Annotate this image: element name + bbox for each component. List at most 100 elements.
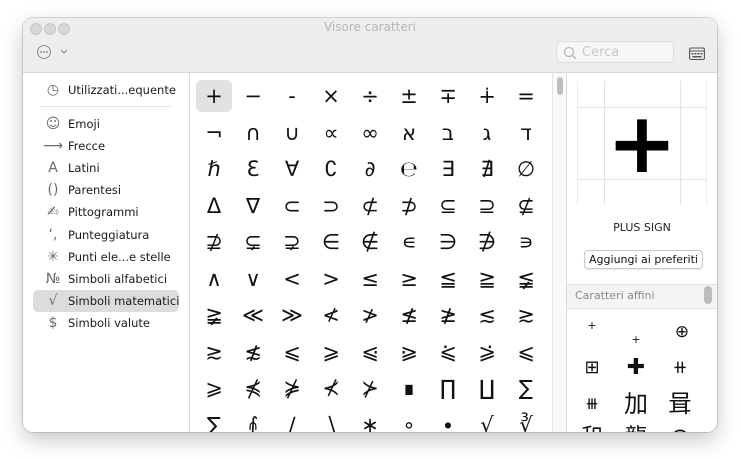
character-cell[interactable]: ≤ [352, 263, 388, 295]
character-cell[interactable]: ⩿ [352, 336, 388, 368]
character-cell[interactable]: ∄ [469, 153, 505, 185]
related-character-cell[interactable]: ⧻ [571, 386, 613, 422]
character-cell[interactable]: ≩ [196, 299, 232, 331]
character-cell[interactable]: ∖ [313, 409, 349, 433]
character-cell[interactable]: ∋ [430, 226, 466, 258]
character-cell[interactable]: ∑ [196, 409, 232, 433]
character-cell[interactable]: ∂ [352, 153, 388, 185]
character-cell[interactable]: ⪂ [469, 336, 505, 368]
character-cell[interactable]: ⊉ [196, 226, 232, 258]
character-cell[interactable]: ⊁ [352, 372, 388, 404]
character-cell[interactable]: ÷ [352, 80, 388, 112]
character-cell[interactable]: ⊊ [235, 226, 271, 258]
character-cell[interactable]: ∎ [391, 372, 427, 404]
sidebar-item[interactable]: A Latini [33, 157, 179, 179]
character-cell[interactable]: ⨙ [235, 409, 271, 433]
sidebar-item[interactable]: ‘, Punteggiatura [33, 224, 179, 246]
related-character-cell[interactable]: ⊕ [661, 314, 703, 350]
character-cell[interactable]: ≳ [508, 299, 544, 331]
character-cell[interactable]: ⊀ [313, 372, 349, 404]
grid-scrollbar-thumb[interactable] [557, 77, 563, 95]
action-menu-button[interactable] [35, 42, 75, 62]
character-cell[interactable]: ⊃ [313, 190, 349, 222]
character-cell[interactable]: ∈ [313, 226, 349, 258]
character-cell[interactable]: = [508, 80, 544, 112]
related-character-cell[interactable]: 和 [571, 420, 613, 432]
related-scrollbar-thumb[interactable] [704, 286, 712, 304]
character-cell[interactable]: ≥ [391, 263, 427, 295]
related-character-cell[interactable]: ⊞ [571, 350, 613, 386]
character-cell[interactable]: ⊇ [469, 190, 505, 222]
character-cell[interactable]: ⩽ [508, 336, 544, 368]
related-character-cell[interactable]: ⨁ [659, 420, 701, 432]
character-cell[interactable]: ∀ [274, 153, 310, 185]
sidebar-item[interactable]: ◷ Utilizzati...equente [33, 79, 179, 101]
sidebar-item[interactable]: ✳ Punti ele...e stelle [33, 246, 179, 268]
sidebar-item[interactable]: () Parentesi [33, 179, 179, 201]
character-cell[interactable]: ¬ [196, 117, 232, 149]
character-cell[interactable]: ∝ [313, 117, 349, 149]
sidebar-item[interactable]: $ Simboli valute [33, 312, 179, 334]
character-cell[interactable]: ∗ [352, 409, 388, 433]
character-cell[interactable]: ≮ [313, 299, 349, 331]
character-cell[interactable]: ∔ [469, 80, 505, 112]
character-cell[interactable]: ⋡ [274, 372, 310, 404]
character-cell[interactable]: ≯ [352, 299, 388, 331]
character-cell[interactable]: ∙ [430, 409, 466, 433]
character-cell[interactable]: - [274, 80, 310, 112]
character-cell[interactable]: × [313, 80, 349, 112]
related-character-cell[interactable]: 咠 [659, 386, 701, 422]
character-cell[interactable]: < [274, 263, 310, 295]
character-cell[interactable]: ∍ [508, 226, 544, 258]
character-cell[interactable]: ⊋ [274, 226, 310, 258]
character-cell[interactable]: ≲ [469, 299, 505, 331]
character-cell[interactable]: ≫ [274, 299, 310, 331]
sidebar-item[interactable]: √ Simboli matematici [33, 290, 179, 312]
character-cell[interactable]: ≳ [196, 336, 232, 368]
character-cell[interactable]: > [313, 263, 349, 295]
character-cell[interactable]: ב [430, 117, 466, 149]
character-cell[interactable]: ∁ [313, 153, 349, 185]
grid-scrollbar[interactable] [552, 73, 567, 432]
character-cell[interactable]: ⊈ [508, 190, 544, 222]
character-cell[interactable]: ⩾ [313, 336, 349, 368]
sidebar-item[interactable]: № Simboli alfabetici [33, 268, 179, 290]
character-cell[interactable]: ∊ [391, 226, 427, 258]
character-cell[interactable]: ∓ [430, 80, 466, 112]
character-cell[interactable]: ≰ [391, 299, 427, 331]
show-keyboard-viewer-button[interactable] [689, 46, 705, 61]
related-character-cell[interactable]: 加 [615, 386, 657, 422]
character-cell[interactable]: ∪ [274, 117, 310, 149]
character-cell[interactable]: ⩾ [196, 372, 232, 404]
character-cell[interactable]: ⊄ [352, 190, 388, 222]
character-cell[interactable]: Ɛ [235, 153, 271, 185]
character-cell[interactable]: ∃ [430, 153, 466, 185]
character-cell[interactable]: √ [469, 409, 505, 433]
character-cell[interactable]: ∞ [352, 117, 388, 149]
character-cell[interactable]: − [235, 80, 271, 112]
character-cell[interactable]: ∕ [274, 409, 310, 433]
character-cell[interactable]: ∅ [508, 153, 544, 185]
character-cell[interactable]: ג [469, 117, 505, 149]
sidebar-item[interactable]: ☺ Emoji [33, 113, 179, 135]
add-to-favorites-button[interactable]: Aggiungi ai preferiti [584, 250, 703, 269]
character-cell[interactable]: + [196, 80, 232, 112]
character-cell[interactable]: ≧ [469, 263, 505, 295]
character-cell[interactable]: ∐ [469, 372, 505, 404]
character-cell[interactable]: Δ [196, 190, 232, 222]
character-cell[interactable]: ≪ [235, 299, 271, 331]
character-cell[interactable]: ∑ [508, 372, 544, 404]
character-cell[interactable]: ≨ [508, 263, 544, 295]
character-cell[interactable]: ⪁ [430, 336, 466, 368]
related-character-cell[interactable]: ⧺ [659, 350, 701, 386]
character-cell[interactable]: ⋠ [235, 372, 271, 404]
character-cell[interactable]: ∌ [469, 226, 505, 258]
character-cell[interactable]: ∏ [430, 372, 466, 404]
character-cell[interactable]: ± [391, 80, 427, 112]
character-cell[interactable]: ד [508, 117, 544, 149]
character-cell[interactable]: ∨ [235, 263, 271, 295]
search-field[interactable]: Cerca [556, 41, 674, 63]
related-character-cell[interactable]: 龍 [615, 420, 657, 432]
character-cell[interactable]: ≱ [430, 299, 466, 331]
sidebar-item[interactable]: ⟶ Frecce [33, 135, 179, 157]
